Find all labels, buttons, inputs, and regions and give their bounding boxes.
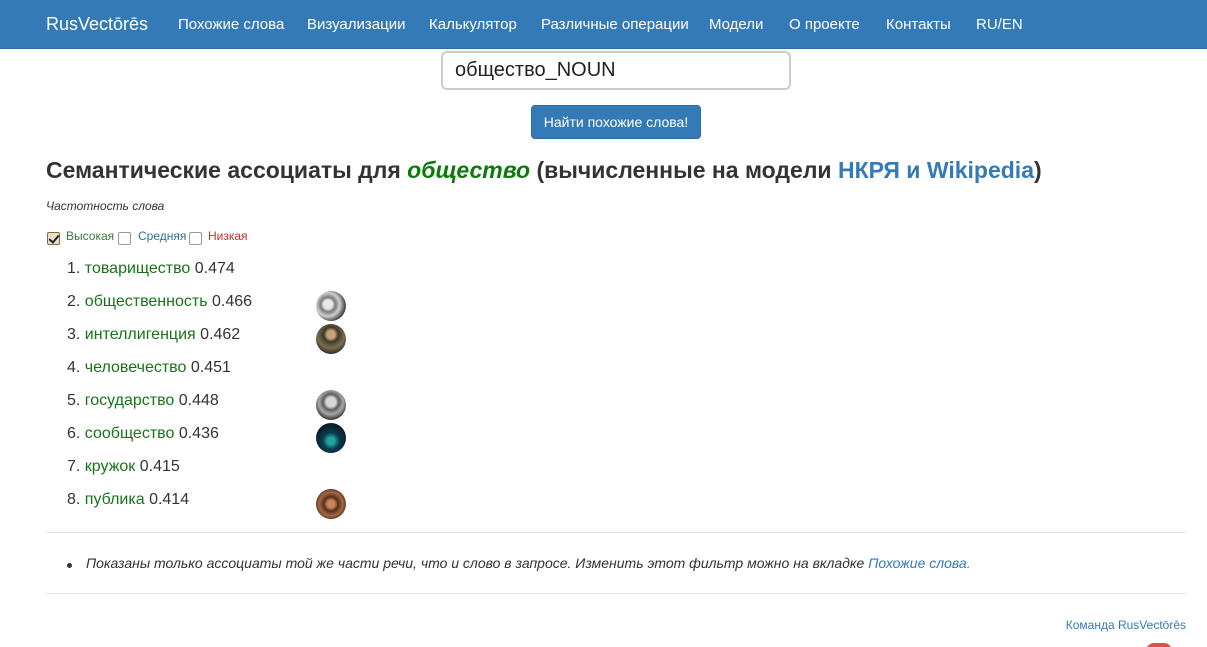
result-word-link[interactable]: человечество bbox=[85, 359, 187, 376]
model-link-nkrya[interactable]: НКРЯ bbox=[838, 157, 900, 183]
result-word-link[interactable]: товарищество bbox=[85, 260, 191, 277]
result-score: 0.415 bbox=[139, 458, 180, 475]
result-item: 5. государство 0.448 bbox=[67, 392, 219, 410]
result-item: 4. человечество 0.451 bbox=[67, 359, 231, 377]
bullet-icon bbox=[67, 563, 72, 568]
filter-note: Показаны только ассоциаты той же части р… bbox=[67, 555, 971, 571]
brand-link[interactable]: RusVectōrēs bbox=[46, 14, 148, 35]
nav-operations[interactable]: Различные операции bbox=[541, 16, 689, 33]
result-item: 1. товарищество 0.474 bbox=[67, 260, 235, 278]
frequency-medium-checkbox[interactable] bbox=[118, 232, 131, 245]
frequency-label: Частотность слова bbox=[46, 199, 165, 213]
result-score: 0.466 bbox=[211, 293, 253, 310]
footer-logo-icon bbox=[1146, 643, 1172, 647]
query-word: общество bbox=[407, 157, 531, 183]
result-rank: 6. bbox=[67, 425, 81, 442]
divider bbox=[46, 593, 1186, 594]
result-item: 3. интеллигенция 0.462 bbox=[67, 326, 240, 344]
result-score: 0.448 bbox=[178, 392, 219, 409]
title-suffix: ) bbox=[1034, 157, 1042, 183]
find-similar-button[interactable]: Найти похожие слова! bbox=[531, 105, 701, 139]
nav-about[interactable]: О проекте bbox=[789, 16, 860, 33]
title-and: и bbox=[899, 157, 927, 183]
result-item: 7. кружок 0.415 bbox=[67, 458, 180, 476]
note-end: . bbox=[966, 555, 971, 571]
result-word-link[interactable]: кружок bbox=[85, 458, 136, 475]
result-word-link[interactable]: государство bbox=[85, 392, 175, 409]
result-score: 0.436 bbox=[178, 425, 219, 442]
model-link-wikipedia[interactable]: Wikipedia bbox=[927, 157, 1034, 183]
result-word-link[interactable]: сообщество bbox=[85, 425, 175, 442]
note-text: Показаны только ассоциаты той же части р… bbox=[86, 555, 869, 571]
result-item: 8. публика 0.414 bbox=[67, 491, 189, 509]
word-image-thumbnail[interactable] bbox=[316, 489, 346, 519]
nav-models[interactable]: Модели bbox=[709, 16, 763, 33]
result-score: 0.414 bbox=[149, 491, 190, 508]
word-image-thumbnail[interactable] bbox=[316, 291, 346, 321]
result-word-link[interactable]: публика bbox=[85, 491, 145, 508]
nav-calculator[interactable]: Калькулятор bbox=[429, 16, 517, 33]
nav-contacts[interactable]: Контакты bbox=[886, 16, 951, 33]
team-link[interactable]: Команда RusVectōrēs bbox=[1066, 618, 1186, 632]
word-image-thumbnail[interactable] bbox=[316, 423, 346, 453]
divider bbox=[46, 532, 1186, 533]
frequency-low-label[interactable]: Низкая bbox=[208, 229, 248, 243]
search-input[interactable] bbox=[441, 51, 791, 90]
result-item: 6. сообщество 0.436 bbox=[67, 425, 219, 443]
title-prefix: Семантические ассоциаты для bbox=[46, 157, 408, 183]
word-image-thumbnail[interactable] bbox=[316, 324, 346, 354]
similar-words-tab-link[interactable]: Похожие слова bbox=[868, 555, 967, 571]
nav-visualizations[interactable]: Визуализации bbox=[307, 16, 405, 33]
result-rank: 5. bbox=[67, 392, 81, 409]
word-image-thumbnail[interactable] bbox=[316, 390, 346, 420]
result-score: 0.462 bbox=[200, 326, 241, 343]
result-score: 0.451 bbox=[190, 359, 231, 376]
result-item: 2. общественность 0.466 bbox=[67, 293, 252, 311]
title-middle: (вычисленные на модели bbox=[530, 157, 838, 183]
result-rank: 8. bbox=[67, 491, 81, 508]
result-rank: 7. bbox=[67, 458, 81, 475]
top-navbar: RusVectōrēs Похожие слова Визуализации К… bbox=[0, 0, 1207, 49]
result-rank: 3. bbox=[67, 326, 81, 343]
nav-language-switch[interactable]: RU/EN bbox=[976, 16, 1023, 33]
frequency-high-checkbox[interactable] bbox=[47, 232, 60, 245]
result-rank: 2. bbox=[67, 293, 81, 310]
result-score: 0.474 bbox=[194, 260, 235, 277]
result-word-link[interactable]: общественность bbox=[85, 293, 208, 310]
frequency-low-checkbox[interactable] bbox=[189, 232, 202, 245]
result-word-link[interactable]: интеллигенция bbox=[85, 326, 196, 343]
result-rank: 1. bbox=[67, 260, 81, 277]
result-rank: 4. bbox=[67, 359, 81, 376]
frequency-medium-label[interactable]: Средняя bbox=[138, 229, 186, 243]
nav-similar-words[interactable]: Похожие слова bbox=[178, 16, 284, 33]
page-title: Семантические ассоциаты для общество (вы… bbox=[46, 157, 1042, 184]
frequency-high-label[interactable]: Высокая bbox=[66, 229, 114, 243]
